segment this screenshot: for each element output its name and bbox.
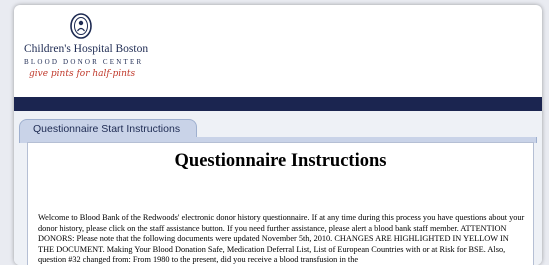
hospital-name: Children's Hospital Boston	[24, 43, 149, 55]
tab-questionnaire-start-instructions[interactable]: Questionnaire Start Instructions	[19, 119, 197, 138]
instructions-panel: Questionnaire Instructions Welcome to Bl…	[27, 142, 534, 265]
content-area: Questionnaire Start Instructions Questio…	[14, 111, 542, 265]
hospital-logo: Children's Hospital Boston BLOOD DONOR C…	[24, 11, 174, 89]
page-title: Questionnaire Instructions	[174, 151, 387, 171]
tagline: give pints for half-pints	[29, 69, 136, 79]
hospital-seal-icon	[70, 13, 92, 39]
app-frame: Children's Hospital Boston BLOOD DONOR C…	[14, 5, 542, 265]
center-name: BLOOD DONOR CENTER	[24, 58, 144, 66]
instructions-text: Welcome to Blood Bank of the Redwoods' e…	[38, 213, 525, 264]
header-divider-bar	[14, 97, 542, 111]
